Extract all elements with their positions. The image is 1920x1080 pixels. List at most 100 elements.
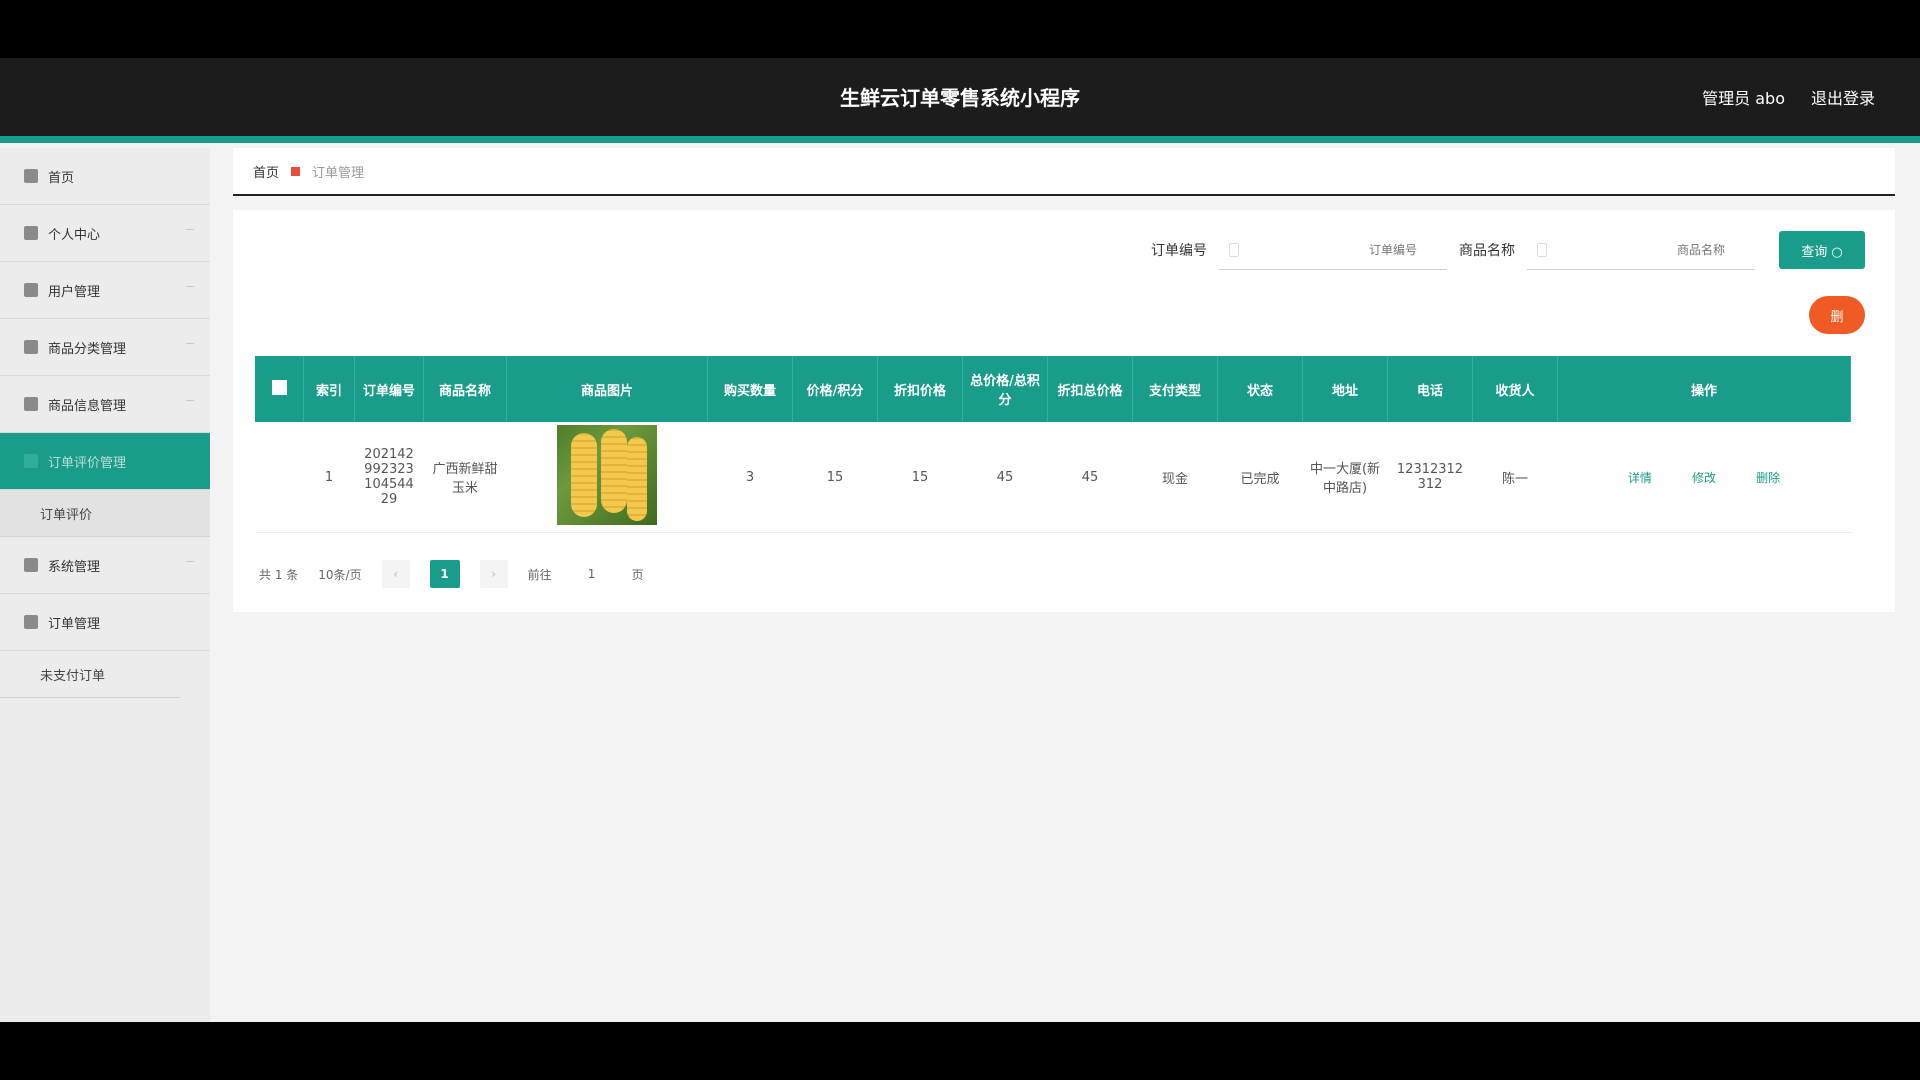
admin-label: 管理员 abo [1702, 89, 1785, 108]
product-name-field [1527, 230, 1755, 270]
cell-product: 广西新鲜甜玉米 [423, 422, 507, 533]
detail-button[interactable]: 详情 [1628, 471, 1652, 485]
main-content: 首页 订单管理 订单编号 商品名称 查询 ○ 删 [233, 148, 1895, 612]
col-header: 商品图片 [506, 356, 708, 422]
sidebar-item-system[interactable]: 系统管理 [0, 537, 210, 594]
col-header: 商品名称 [423, 356, 507, 422]
sidebar-item-label: 订单评价管理 [48, 455, 127, 471]
users-icon [24, 283, 38, 297]
sidebar-item-label: 商品分类管理 [48, 341, 127, 357]
col-header: 索引 [303, 356, 355, 422]
corn-image [557, 425, 657, 525]
cell-index: 1 [303, 422, 355, 533]
col-header: 总价格/总积分 [962, 356, 1048, 422]
table-header-row: 索引 订单编号 商品名称 商品图片 购买数量 价格/积分 折扣价格 总价格/总积… [255, 356, 1851, 422]
corn-cob-shape [627, 437, 647, 521]
order-no-field [1219, 230, 1447, 270]
chevron-icon [186, 343, 194, 344]
cell-price: 15 [792, 422, 878, 533]
sidebar-item-users[interactable]: 用户管理 [0, 262, 210, 319]
breadcrumb: 首页 订单管理 [233, 148, 1895, 196]
app-window: 生鲜云订单零售系统小程序 管理员 abo 退出登录 首页 个人中心 用户管理 商… [0, 58, 1920, 1022]
sidebar-item-label: 个人中心 [48, 227, 101, 243]
query-button[interactable]: 查询 ○ [1779, 231, 1865, 269]
product-name-input[interactable] [1527, 230, 1755, 269]
col-header: 收货人 [1472, 356, 1558, 422]
pager-size-select[interactable]: 10条/页 [318, 566, 361, 583]
search-bar: 订单编号 商品名称 查询 ○ [1151, 230, 1865, 270]
col-header: 折扣总价格 [1047, 356, 1133, 422]
sidebar-item-label: 商品信息管理 [48, 398, 127, 414]
breadcrumb-current: 订单管理 [312, 165, 365, 181]
chevron-icon [186, 400, 194, 401]
sidebar-item-orders[interactable]: 订单管理 [0, 594, 210, 651]
chevron-icon [186, 286, 194, 287]
col-header: 购买数量 [707, 356, 793, 422]
list-icon [24, 615, 38, 629]
shop-icon [24, 397, 38, 411]
cell-phone: 12312312312 [1387, 422, 1473, 533]
page-number[interactable]: 1 [429, 560, 460, 588]
sidebar-item-label: 系统管理 [48, 559, 101, 575]
batch-delete-button[interactable]: 删 [1809, 296, 1865, 334]
cell-qty: 3 [707, 422, 793, 533]
sidebar-item-products[interactable]: 商品信息管理 [0, 376, 210, 433]
settings-icon [24, 558, 38, 572]
order-no-label: 订单编号 [1151, 243, 1207, 259]
cell-receiver: 陈一 [1472, 422, 1558, 533]
breadcrumb-home[interactable]: 首页 [253, 162, 279, 181]
cell-address: 中一大厦(新中路店) [1302, 422, 1388, 533]
delete-button[interactable]: 删除 [1756, 471, 1780, 485]
home-icon [24, 169, 38, 183]
sidebar-item-label: 用户管理 [48, 284, 101, 300]
sidebar-subitem-unpaid[interactable]: 未支付订单 [0, 651, 180, 698]
prev-page-icon[interactable]: ‹ [381, 560, 410, 588]
logout-link[interactable]: 退出登录 [1811, 85, 1875, 109]
sidebar-subitem-order-review[interactable]: 订单评价 [0, 490, 210, 537]
sidebar-item-label: 订单管理 [48, 616, 101, 632]
col-header: 订单编号 [354, 356, 424, 422]
select-all-checkbox[interactable] [271, 379, 287, 395]
col-header: 地址 [1302, 356, 1388, 422]
header-divider [0, 136, 1920, 143]
order-no-input[interactable] [1219, 230, 1447, 269]
cell-pay-type: 现金 [1132, 422, 1218, 533]
orders-table: 索引 订单编号 商品名称 商品图片 购买数量 价格/积分 折扣价格 总价格/总积… [255, 356, 1851, 533]
sidebar-item-category[interactable]: 商品分类管理 [0, 319, 210, 376]
input-prefix-icon [1537, 242, 1547, 257]
user-icon [24, 226, 38, 240]
corn-cob-shape [571, 433, 597, 517]
breadcrumb-separator-icon [291, 166, 301, 176]
col-header: 操作 [1557, 356, 1851, 422]
sidebar-item-profile[interactable]: 个人中心 [0, 205, 210, 262]
top-header: 生鲜云订单零售系统小程序 管理员 abo 退出登录 [0, 58, 1920, 136]
goto-input[interactable]: 1 [572, 561, 612, 587]
sidebar-item-order-review[interactable]: 订单评价管理 [0, 433, 210, 490]
col-header: 价格/积分 [792, 356, 878, 422]
grid-icon [24, 340, 38, 354]
col-header: 电话 [1387, 356, 1473, 422]
chevron-icon [186, 561, 194, 562]
edit-button[interactable]: 修改 [1692, 471, 1716, 485]
sidebar: 首页 个人中心 用户管理 商品分类管理 商品信息管理 订单评价管理 订单评价 系… [0, 148, 210, 1022]
cell-image [506, 422, 708, 533]
pager-total: 共 1 条 [259, 567, 299, 582]
pagination: 共 1 条 10条/页 ‹ 1 › 前往 1 页 [259, 560, 664, 588]
next-page-icon[interactable]: › [479, 560, 508, 588]
cell-discount-total: 45 [1047, 422, 1133, 533]
content-panel: 订单编号 商品名称 查询 ○ 删 索引 订单编号 [233, 210, 1895, 612]
table-row: 1 20214299232310454429 广西新鲜甜玉米 3 15 15 4… [255, 422, 1851, 533]
sidebar-item-home[interactable]: 首页 [0, 148, 210, 205]
col-header: 折扣价格 [877, 356, 963, 422]
input-prefix-icon [1229, 242, 1239, 257]
chevron-icon [186, 229, 194, 230]
cell-order-no: 20214299232310454429 [354, 422, 424, 533]
cell-actions: 详情 修改 删除 [1557, 422, 1851, 533]
row-select-cell[interactable] [255, 422, 304, 533]
select-all-header[interactable] [255, 356, 304, 422]
col-header: 支付类型 [1132, 356, 1218, 422]
app-title: 生鲜云订单零售系统小程序 [840, 86, 1080, 110]
cell-total: 45 [962, 422, 1048, 533]
page-suffix: 页 [631, 567, 644, 582]
col-header: 状态 [1217, 356, 1303, 422]
